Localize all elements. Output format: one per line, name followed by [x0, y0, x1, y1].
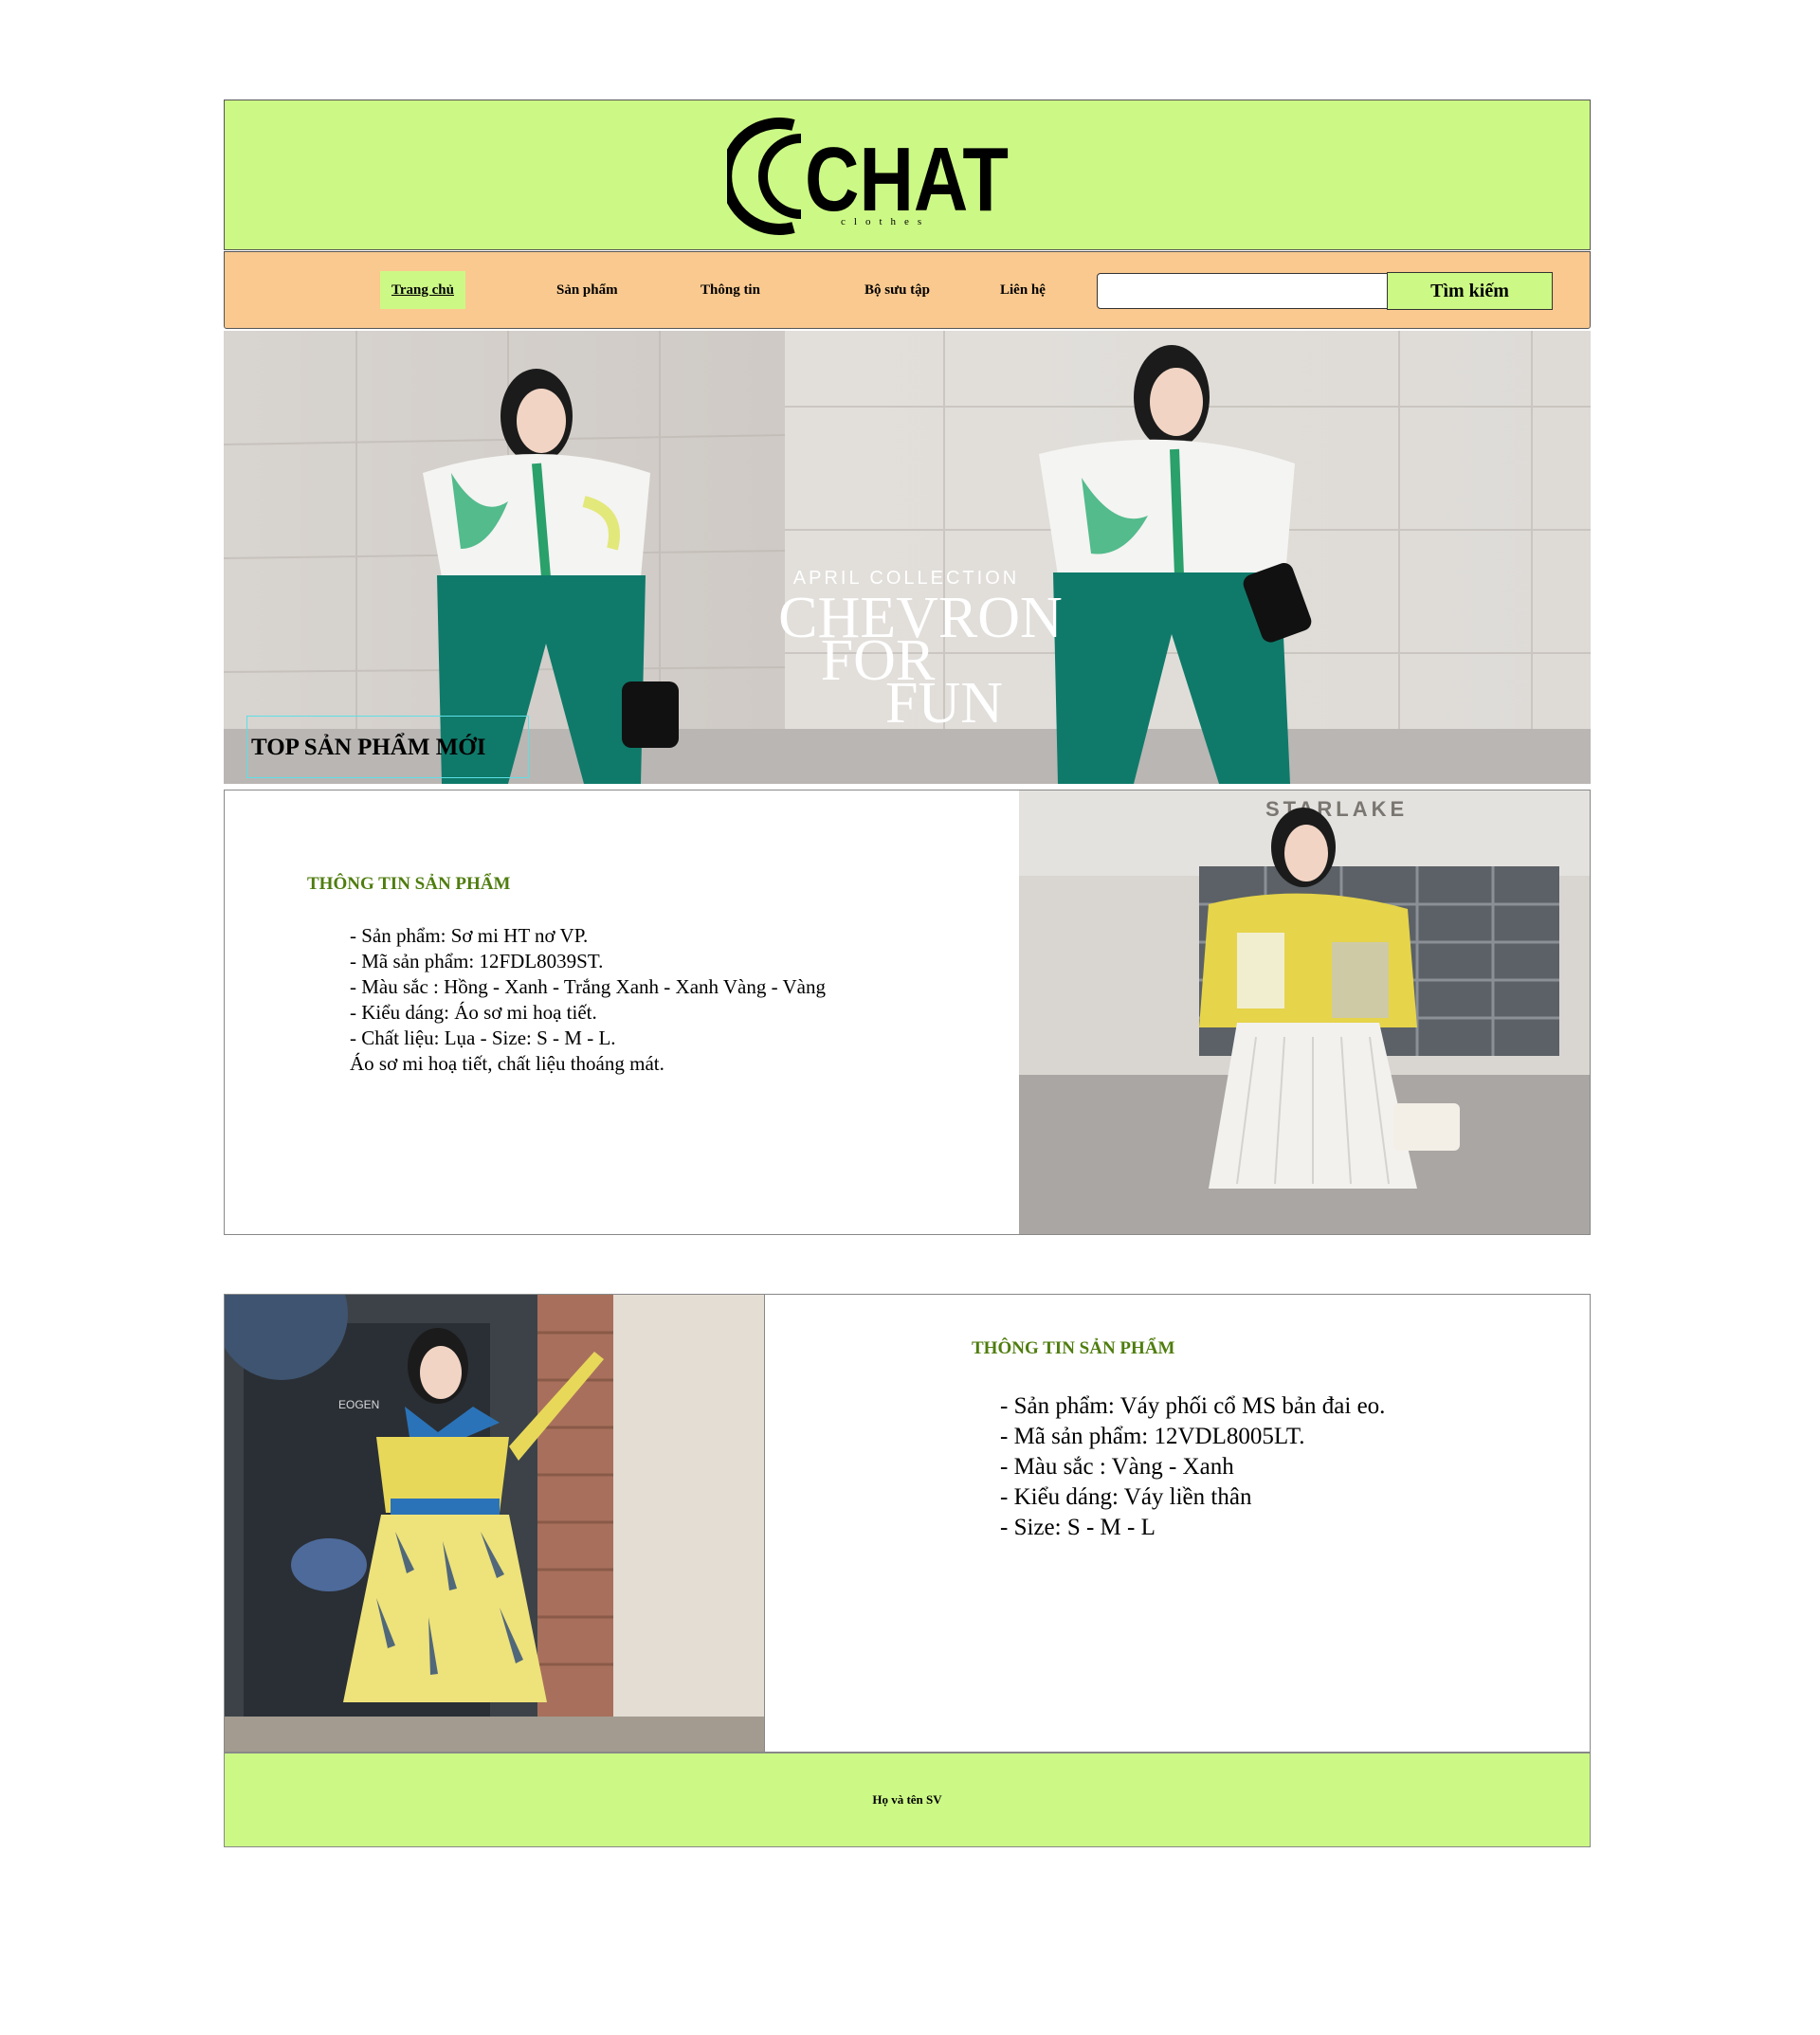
- product-photo-1[interactable]: STARLAKE: [1019, 790, 1590, 1234]
- section-title: TOP SẢN PHẨM MỚI: [246, 716, 529, 778]
- product-detail-line: - Màu sắc : Hồng - Xanh - Trắng Xanh - X…: [350, 975, 826, 998]
- product-detail-line: - Chất liệu: Lụa - Size: S - M - L.: [350, 1027, 616, 1049]
- photo-sign-text: EOGEN: [338, 1398, 379, 1411]
- product-card-2: EOGEN THÔNG TIN SẢN PHẨM - Sản phẩm: Váy: [224, 1294, 1591, 1753]
- product-details: - Sản phẩm: Váy phối cổ MS bản đai eo. -…: [1000, 1391, 1427, 1543]
- product-detail-line: - Màu sắc : Vàng - Xanh: [1000, 1454, 1234, 1480]
- product-detail-line: - Kiểu dáng: Váy liền thân: [1000, 1484, 1252, 1510]
- product-info-heading: THÔNG TIN SẢN PHẨM: [972, 1338, 1175, 1358]
- footer-text: Họ và tên SV: [872, 1792, 942, 1807]
- product-photo-2[interactable]: EOGEN: [225, 1295, 764, 1752]
- product-detail-line: Áo sơ mi hoạ tiết, chất liệu thoáng mát.: [350, 1052, 664, 1075]
- product-detail-line: - Mã sản phẩm: 12FDL8039ST.: [350, 950, 604, 972]
- product-card-1: THÔNG TIN SẢN PHẨM - Sản phẩm: Sơ mi HT …: [224, 790, 1591, 1235]
- product-info-2: THÔNG TIN SẢN PHẨM - Sản phẩm: Váy phối …: [764, 1295, 1590, 1752]
- product-detail-line: - Mã sản phẩm: 12VDL8005LT.: [1000, 1424, 1305, 1449]
- product-detail-line: - Sản phẩm: Sơ mi HT nơ VP.: [350, 924, 589, 947]
- site-footer: Họ và tên SV: [224, 1753, 1591, 1847]
- product-detail-line: - Kiểu dáng: Áo sơ mi hoạ tiết.: [350, 1001, 597, 1024]
- content-area: TOP SẢN PHẨM MỚI THÔNG TIN SẢN PHẨM - Sả…: [224, 0, 1591, 2035]
- product-detail-line: - Size: S - M - L: [1000, 1515, 1156, 1540]
- product-details: - Sản phẩm: Sơ mi HT nơ VP. - Mã sản phẩ…: [350, 923, 852, 1077]
- product-info-1: THÔNG TIN SẢN PHẨM - Sản phẩm: Sơ mi HT …: [225, 790, 1019, 1234]
- product-info-heading: THÔNG TIN SẢN PHẨM: [307, 874, 511, 894]
- product-detail-line: - Sản phẩm: Váy phối cổ MS bản đai eo.: [1000, 1393, 1386, 1419]
